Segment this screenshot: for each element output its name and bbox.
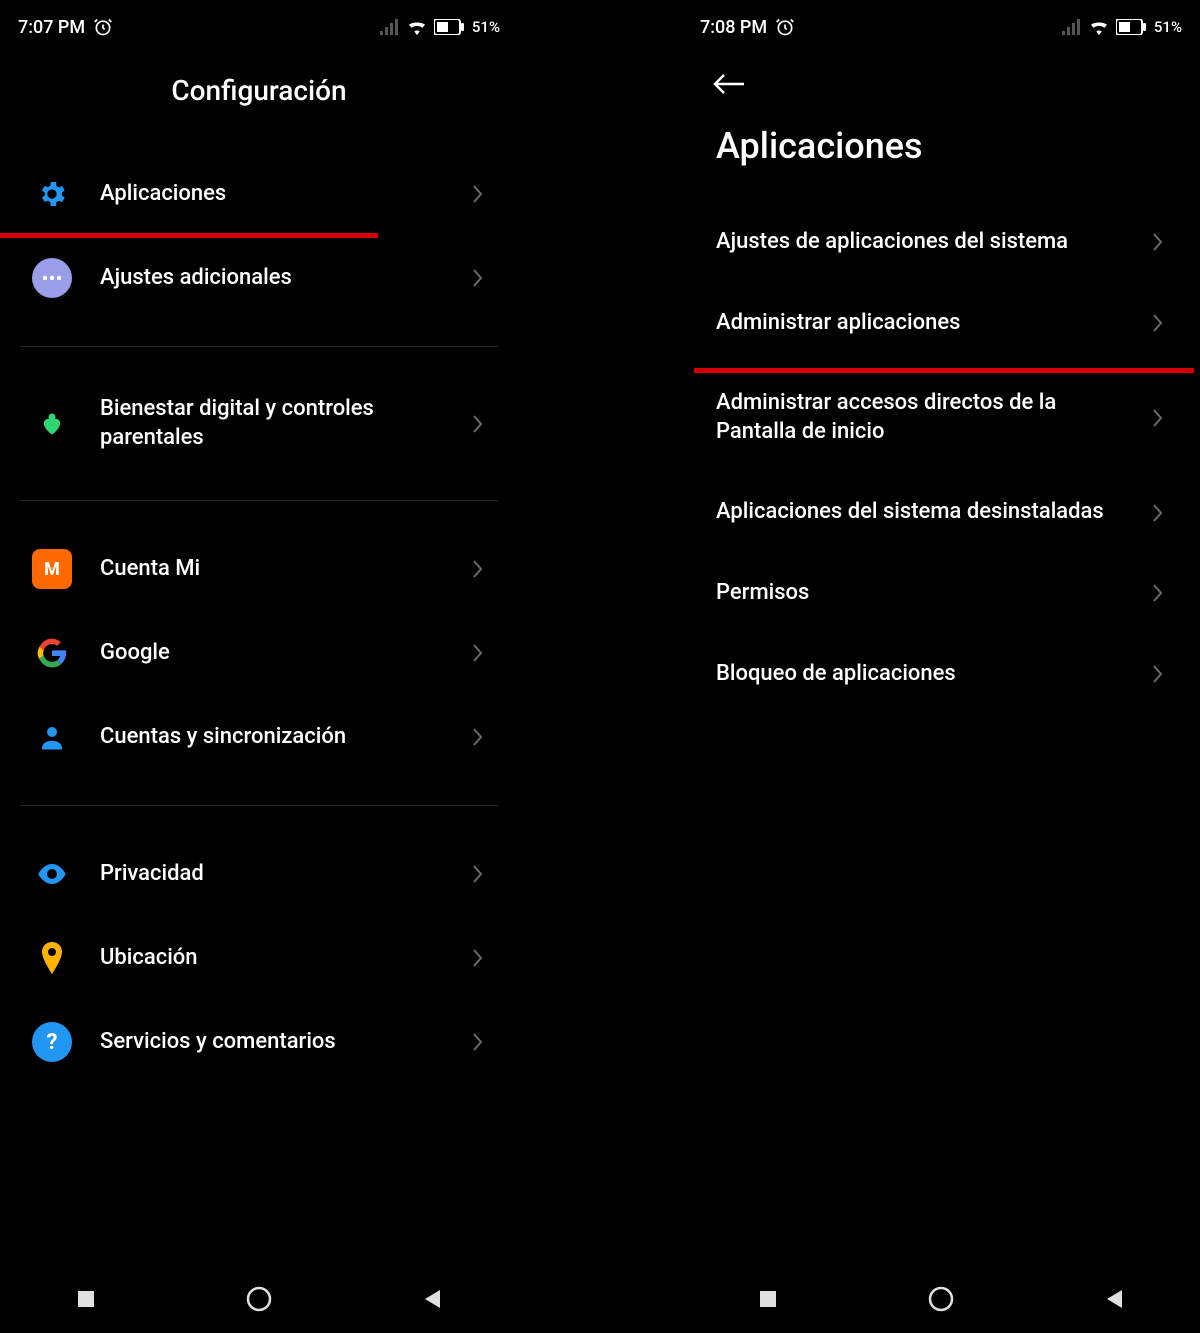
settings-item-privacidad[interactable]: Privacidad — [20, 832, 498, 916]
nav-home-button[interactable] — [245, 1285, 273, 1313]
status-time: 7:08 PM — [700, 17, 767, 38]
chevron-right-icon — [1150, 230, 1166, 254]
apps-item-sistema-desinstaladas[interactable]: Aplicaciones del sistema desinstaladas — [698, 472, 1184, 553]
chevron-right-icon — [470, 1030, 486, 1054]
nav-back-button[interactable] — [418, 1285, 446, 1313]
eye-icon — [32, 854, 72, 894]
battery-icon — [434, 19, 464, 35]
battery-icon — [1116, 19, 1146, 35]
status-bar: 7:08 PM 51% — [682, 0, 1200, 44]
chevron-right-icon — [1150, 406, 1166, 430]
page-title: Aplicaciones — [682, 100, 1200, 202]
alarm-icon — [775, 17, 795, 37]
status-time: 7:07 PM — [18, 17, 85, 38]
page-title: Configuración — [0, 74, 518, 107]
person-icon — [32, 717, 72, 757]
nav-back-button[interactable] — [1100, 1285, 1128, 1313]
chevron-right-icon — [470, 725, 486, 749]
list-item-label: Ajustes de aplicaciones del sistema — [716, 228, 1140, 257]
heart-icon — [32, 404, 72, 444]
gear-icon — [32, 174, 72, 214]
google-icon — [32, 633, 72, 673]
apps-item-administrar-aplicaciones[interactable]: Administrar aplicaciones — [698, 283, 1184, 364]
signal-icon — [380, 19, 400, 35]
battery-text: 51% — [472, 18, 500, 36]
status-bar: 7:07 PM 51% — [0, 0, 518, 44]
alarm-icon — [93, 17, 113, 37]
list-item-label: Bloqueo de aplicaciones — [716, 660, 1140, 689]
mi-icon: M — [32, 549, 72, 589]
signal-icon — [1062, 19, 1082, 35]
navigation-bar — [0, 1275, 518, 1323]
screen-aplicaciones: 7:08 PM 51% Aplicaciones Ajustes de apli… — [682, 0, 1200, 1333]
apps-item-permisos[interactable]: Permisos — [698, 553, 1184, 634]
list-item-label: Aplicaciones del sistema desinstaladas — [716, 498, 1140, 527]
settings-item-label: Cuenta Mi — [100, 555, 460, 584]
list-item-label: Administrar aplicaciones — [716, 309, 1140, 338]
settings-item-label: Servicios y comentarios — [100, 1028, 460, 1057]
navigation-bar — [682, 1275, 1200, 1323]
apps-item-ajustes-sistema[interactable]: Ajustes de aplicaciones del sistema — [698, 202, 1184, 283]
settings-item-aplicaciones[interactable]: Aplicaciones — [20, 152, 498, 236]
nav-home-button[interactable] — [927, 1285, 955, 1313]
wifi-icon — [406, 19, 428, 35]
chevron-right-icon — [470, 641, 486, 665]
chevron-right-icon — [470, 862, 486, 886]
settings-item-label: Aplicaciones — [100, 180, 460, 209]
chevron-right-icon — [470, 266, 486, 290]
back-button[interactable] — [712, 72, 752, 100]
settings-item-bienestar[interactable]: Bienestar digital y controles parentales — [20, 373, 498, 474]
dots-icon — [32, 258, 72, 298]
help-icon: ? — [32, 1022, 72, 1062]
settings-item-ubicacion[interactable]: Ubicación — [20, 916, 498, 1000]
chevron-right-icon — [1150, 581, 1166, 605]
settings-item-cuentas-sincronizacion[interactable]: Cuentas y sincronización — [20, 695, 498, 779]
chevron-right-icon — [470, 412, 486, 436]
settings-item-ajustes-adicionales[interactable]: Ajustes adicionales — [20, 236, 498, 320]
settings-item-servicios[interactable]: ? Servicios y comentarios — [20, 1000, 498, 1084]
divider — [20, 805, 498, 806]
battery-text: 51% — [1154, 18, 1182, 36]
nav-recent-button[interactable] — [754, 1285, 782, 1313]
list-item-label: Administrar accesos directos de la Panta… — [716, 389, 1140, 446]
chevron-right-icon — [1150, 311, 1166, 335]
divider — [20, 346, 498, 347]
settings-item-label: Privacidad — [100, 860, 460, 889]
chevron-right-icon — [470, 182, 486, 206]
settings-item-cuenta-mi[interactable]: M Cuenta Mi — [20, 527, 498, 611]
settings-item-label: Ubicación — [100, 944, 460, 973]
apps-item-accesos-directos[interactable]: Administrar accesos directos de la Panta… — [698, 363, 1184, 472]
settings-item-google[interactable]: Google — [20, 611, 498, 695]
settings-item-label: Google — [100, 639, 460, 668]
chevron-right-icon — [470, 557, 486, 581]
divider — [20, 500, 498, 501]
settings-item-label: Cuentas y sincronización — [100, 723, 460, 752]
screen-settings: 7:07 PM 51% Configuración Aplicaciones — [0, 0, 518, 1333]
chevron-right-icon — [470, 946, 486, 970]
settings-item-label: Ajustes adicionales — [100, 264, 460, 293]
chevron-right-icon — [1150, 501, 1166, 525]
apps-item-bloqueo[interactable]: Bloqueo de aplicaciones — [698, 634, 1184, 715]
wifi-icon — [1088, 19, 1110, 35]
pin-icon — [32, 938, 72, 978]
nav-recent-button[interactable] — [72, 1285, 100, 1313]
settings-item-label: Bienestar digital y controles parentales — [100, 395, 460, 452]
chevron-right-icon — [1150, 662, 1166, 686]
list-item-label: Permisos — [716, 579, 1140, 608]
